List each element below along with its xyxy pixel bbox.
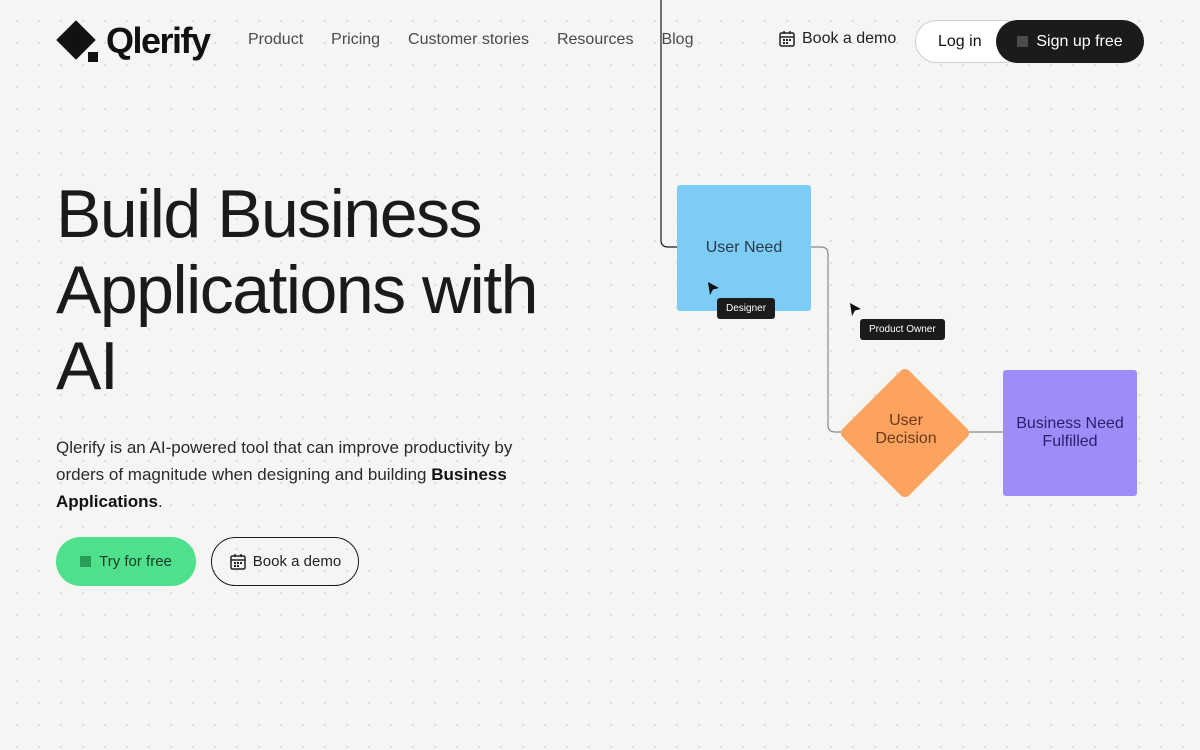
calendar-icon: [779, 31, 795, 47]
login-label: Log in: [938, 32, 982, 50]
hero-title-line-2: Applications with: [56, 252, 538, 328]
cursor-pointer-icon: [708, 282, 719, 295]
connector-need-to-decision: [811, 246, 842, 433]
product-owner-tag: Product Owner: [860, 319, 945, 340]
square-icon: [1017, 36, 1029, 47]
logo-text: Qlerify: [106, 20, 211, 61]
node-user-decision-line-2: Decision: [875, 430, 937, 447]
hero-description-end: .: [158, 492, 163, 511]
square-icon: [80, 556, 92, 567]
main-nav: Product Pricing Customer stories Resourc…: [248, 31, 721, 49]
try-for-free-button[interactable]: Try for free: [56, 537, 196, 586]
node-user-decision-line-1: User: [889, 412, 923, 429]
nav-pricing[interactable]: Pricing: [331, 31, 380, 49]
logo-mark-icon: [56, 20, 100, 62]
node-user-decision-label: User Decision: [836, 412, 976, 448]
nav-customer-stories[interactable]: Customer stories: [408, 31, 529, 49]
designer-tag: Designer: [717, 298, 776, 319]
try-for-free-label: Try for free: [99, 553, 172, 570]
nav-blog[interactable]: Blog: [661, 31, 693, 49]
node-user-need[interactable]: User Need: [677, 185, 811, 311]
hero-title-line-3: AI: [56, 328, 119, 404]
cursor-pointer-icon: [850, 303, 861, 316]
calendar-icon: [230, 553, 246, 570]
nav-resources[interactable]: Resources: [557, 31, 633, 49]
hero-title: Build Business Applications with AI: [56, 176, 656, 404]
node-business-line-2: Fulfilled: [1042, 433, 1098, 450]
signup-label: Sign up free: [1036, 32, 1123, 50]
hero-description: Qlerify is an AI-powered tool that can i…: [56, 434, 556, 515]
hero-title-line-1: Build Business: [56, 176, 483, 252]
logo[interactable]: Qlerify: [56, 20, 211, 62]
nav-product[interactable]: Product: [248, 31, 303, 49]
header-book-demo-label: Book a demo: [802, 30, 897, 47]
book-demo-label: Book a demo: [252, 553, 342, 570]
node-user-need-label: User Need: [705, 239, 783, 256]
signup-button[interactable]: Sign up free: [996, 20, 1144, 63]
node-business-need-fulfilled[interactable]: Business Need Fulfilled: [1003, 370, 1137, 496]
book-demo-button[interactable]: Book a demo: [211, 537, 359, 586]
header-book-demo-link[interactable]: Book a demo: [778, 30, 896, 48]
node-business-line-1: Business Need: [1016, 415, 1124, 432]
